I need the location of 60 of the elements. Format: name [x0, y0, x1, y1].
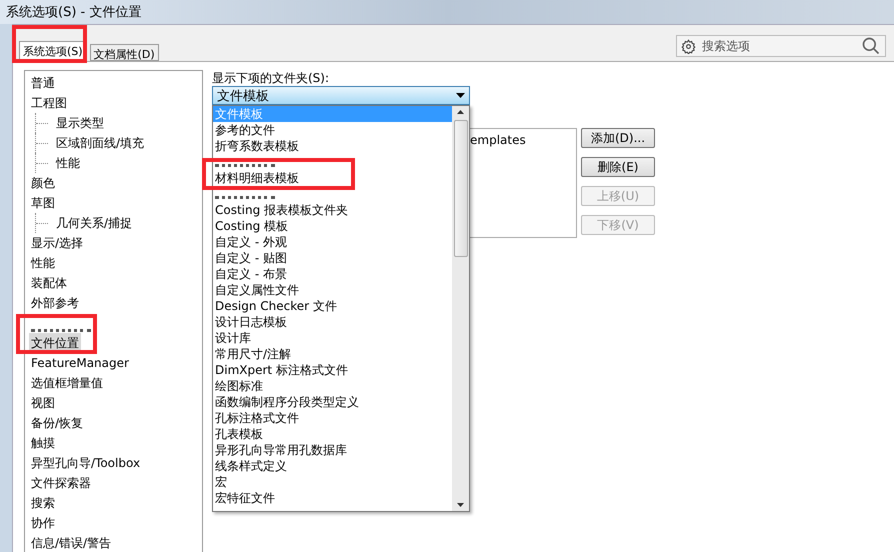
- search-icon[interactable]: [861, 36, 881, 56]
- window-title: 系统选项(S) - 文件位置: [6, 4, 142, 21]
- dropdown-option[interactable]: Costing 模板: [213, 218, 452, 234]
- dropdown-option[interactable]: 孔标注格式文件: [213, 410, 452, 426]
- dropdown-option[interactable]: 宏特征文件: [213, 490, 452, 506]
- dropdown-option[interactable]: 孔表模板: [213, 426, 452, 442]
- dialog-button[interactable]: 删除(E): [581, 157, 655, 177]
- search-field[interactable]: 搜索选项: [676, 35, 886, 57]
- scrollbar[interactable]: [452, 106, 469, 511]
- sidebar-item[interactable]: 异型孔向导/Toolbox: [29, 453, 142, 473]
- search-input[interactable]: 搜索选项: [700, 38, 857, 54]
- dropdown-option[interactable]: 材料明细表模板: [213, 170, 452, 186]
- folder-dropdown[interactable]: 文件模板: [212, 86, 470, 105]
- sidebar-item[interactable]: 备份/恢复: [29, 413, 86, 433]
- sidebar-item[interactable]: 信息/错误/警告: [29, 533, 114, 552]
- folder-label: 显示下项的文件夹(S):: [212, 70, 330, 86]
- dropdown-option[interactable]: 参考的文件: [213, 122, 452, 138]
- cut-text-fragment: [215, 164, 275, 167]
- sidebar-item[interactable]: 显示类型: [54, 113, 106, 133]
- sidebar-item[interactable]: 外部参考: [29, 293, 81, 313]
- dropdown-option[interactable]: 宏: [213, 474, 452, 490]
- dropdown-option[interactable]: 设计日志模板: [213, 314, 452, 330]
- sidebar-item[interactable]: 文件探索器: [29, 473, 93, 493]
- dropdown-option[interactable]: 自定义 - 贴图: [213, 250, 452, 266]
- dropdown-option[interactable]: 异形孔向导常用孔数据库: [213, 442, 452, 458]
- dropdown-option[interactable]: 设计库: [213, 330, 452, 346]
- dropdown-option[interactable]: 自定义 - 外观: [213, 234, 452, 250]
- settings-icon[interactable]: [681, 38, 696, 54]
- folder-path[interactable]: emplates: [470, 133, 574, 147]
- dropdown-option[interactable]: Costing 报表模板文件夹: [213, 202, 452, 218]
- sidebar-item[interactable]: 性能: [54, 153, 82, 173]
- scroll-thumb[interactable]: [454, 120, 468, 257]
- sidebar-item[interactable]: 性能: [29, 253, 57, 273]
- dropdown-option[interactable]: DimXpert 标注格式文件: [213, 362, 452, 378]
- sidebar-item[interactable]: 区域剖面线/填充: [54, 133, 146, 153]
- sidebar-item[interactable]: 工程图: [29, 93, 69, 113]
- dropdown-option[interactable]: 常用尺寸/注解: [213, 346, 452, 362]
- dropdown-option[interactable]: 绘图标准: [213, 378, 452, 394]
- cut-text-fragment: [215, 196, 275, 199]
- dropdown-option[interactable]: 折弯系数表模板: [213, 138, 452, 154]
- dialog-button[interactable]: 添加(D)...: [581, 128, 655, 148]
- caret-icon: [456, 93, 465, 98]
- dropdown-option[interactable]: 自定义 - 布景: [213, 266, 452, 282]
- dropdown-option[interactable]: 线条样式定义: [213, 458, 452, 474]
- dropdown-option[interactable]: 自定义属性文件: [213, 282, 452, 298]
- sidebar-item[interactable]: 装配体: [29, 273, 69, 293]
- sidebar-item[interactable]: 选值框增量值: [29, 373, 105, 393]
- sidebar-item[interactable]: 搜索: [29, 493, 57, 513]
- dropdown-option[interactable]: Design Checker 文件: [213, 298, 452, 314]
- sidebar-item[interactable]: 视图: [29, 393, 57, 413]
- sidebar-item[interactable]: 协作: [29, 513, 57, 533]
- sidebar-item[interactable]: 显示/选择: [29, 233, 86, 253]
- sidebar-item[interactable]: FeatureManager: [29, 353, 131, 373]
- sidebar-item[interactable]: 普通: [29, 73, 57, 93]
- sidebar-item[interactable]: 草图: [29, 193, 57, 213]
- sidebar-item[interactable]: 颜色: [29, 173, 57, 193]
- dropdown-option[interactable]: 函数编制程序分段类型定义: [213, 394, 452, 410]
- sidebar-item[interactable]: 几何关系/捕捉: [54, 213, 134, 233]
- tab[interactable]: 文档属性(D): [90, 44, 159, 61]
- sidebar-item[interactable]: 触摸: [29, 433, 57, 453]
